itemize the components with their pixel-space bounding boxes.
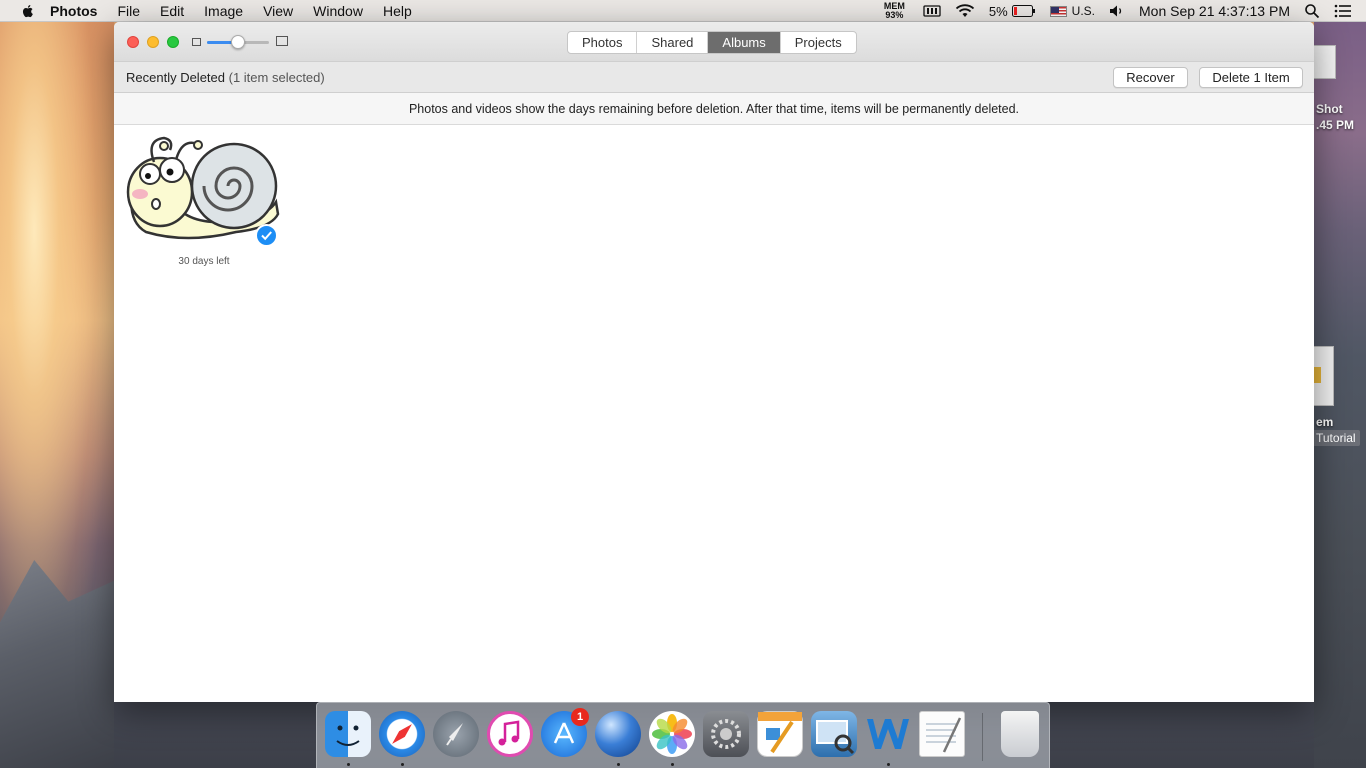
camino-browser-icon[interactable]	[595, 711, 641, 757]
running-indicator	[617, 763, 620, 766]
itunes-icon[interactable]	[487, 711, 533, 757]
dock-separator	[982, 713, 983, 761]
album-title: Recently Deleted (1 item selected)	[126, 70, 325, 85]
word-icon[interactable]	[865, 711, 911, 757]
selected-checkmark-icon[interactable]	[255, 224, 278, 247]
input-source-label: U.S.	[1071, 4, 1095, 18]
dock: 1	[316, 702, 1050, 768]
tab-photos[interactable]: Photos	[568, 32, 638, 53]
us-flag-icon	[1049, 5, 1067, 17]
input-source[interactable]: U.S.	[1049, 4, 1095, 18]
fullscreen-button[interactable]	[167, 36, 179, 48]
notification-center-icon[interactable]	[1334, 4, 1352, 18]
close-button[interactable]	[127, 36, 139, 48]
memory-value: 93%	[885, 10, 904, 20]
photo-grid: 30 days left	[114, 125, 1314, 702]
zoom-in-icon[interactable]	[276, 36, 288, 46]
tab-shared[interactable]: Shared	[637, 32, 709, 53]
menu-help[interactable]: Help	[383, 3, 412, 19]
spotlight-icon[interactable]	[1304, 3, 1320, 19]
tab-albums[interactable]: Albums	[708, 32, 781, 53]
preview-icon[interactable]	[811, 711, 857, 757]
finder-icon[interactable]	[325, 711, 371, 757]
trash-icon[interactable]	[1001, 711, 1039, 757]
battery-icon	[1011, 5, 1035, 17]
desktop-icon-label[interactable]: Tutorial	[1312, 430, 1360, 446]
recover-button[interactable]: Recover	[1113, 67, 1188, 88]
textedit-icon[interactable]	[919, 711, 965, 757]
minimize-button[interactable]	[147, 36, 159, 48]
days-left-label: 30 days left	[178, 256, 230, 267]
tab-projects[interactable]: Projects	[781, 32, 856, 53]
memory-indicator[interactable]: MEM 93%	[884, 2, 905, 20]
wifi-icon[interactable]	[955, 4, 975, 18]
menu-image[interactable]: Image	[204, 3, 243, 19]
running-indicator	[887, 763, 890, 766]
status-area: MEM 93% 5% U.S. Mon Sep 21 4:37:13 PM	[884, 0, 1366, 22]
app-store-badge: 1	[571, 708, 589, 726]
album-toolbar: Recently Deleted (1 item selected) Recov…	[114, 61, 1314, 93]
volume-icon[interactable]	[1109, 4, 1125, 18]
title-bar[interactable]: Photos Shared Albums Projects	[114, 22, 1314, 61]
desktop-icon-label[interactable]: .45 PM	[1316, 118, 1354, 132]
battery-percent: 5%	[988, 3, 1008, 19]
menu-file[interactable]: File	[117, 3, 140, 19]
apple-menu-icon[interactable]	[20, 3, 36, 19]
view-tabs: Photos Shared Albums Projects	[567, 31, 857, 54]
running-indicator	[347, 763, 350, 766]
menu-window[interactable]: Window	[313, 3, 363, 19]
pages-icon[interactable]	[757, 711, 803, 757]
system-preferences-icon[interactable]	[703, 711, 749, 757]
deletion-info-banner: Photos and videos show the days remainin…	[114, 93, 1314, 125]
album-name: Recently Deleted	[126, 70, 225, 85]
selection-count: (1 item selected)	[228, 70, 325, 85]
desktop-wallpaper-rock	[0, 560, 114, 768]
battery-status[interactable]: 5%	[989, 4, 1036, 19]
delete-item-button[interactable]: Delete 1 Item	[1199, 67, 1303, 88]
memory-chip-icon[interactable]	[923, 4, 941, 18]
launchpad-icon[interactable]	[433, 711, 479, 757]
clock[interactable]: Mon Sep 21 4:37:13 PM	[1139, 3, 1290, 19]
running-indicator	[671, 763, 674, 766]
zoom-out-icon[interactable]	[192, 38, 201, 46]
menu-view[interactable]: View	[263, 3, 293, 19]
menu-bar: Photos File Edit Image View Window Help …	[0, 0, 1366, 22]
safari-icon[interactable]	[379, 711, 425, 757]
menu-edit[interactable]: Edit	[160, 3, 184, 19]
running-indicator	[401, 763, 404, 766]
app-menu[interactable]: Photos	[50, 3, 97, 19]
photos-app-icon[interactable]	[649, 711, 695, 757]
photos-window: Photos Shared Albums Projects Recently D…	[114, 22, 1314, 702]
desktop-icon-label[interactable]: em	[1316, 415, 1333, 429]
desktop-icon-label[interactable]: Shot	[1316, 102, 1343, 116]
zoom-slider-knob[interactable]	[231, 35, 245, 49]
